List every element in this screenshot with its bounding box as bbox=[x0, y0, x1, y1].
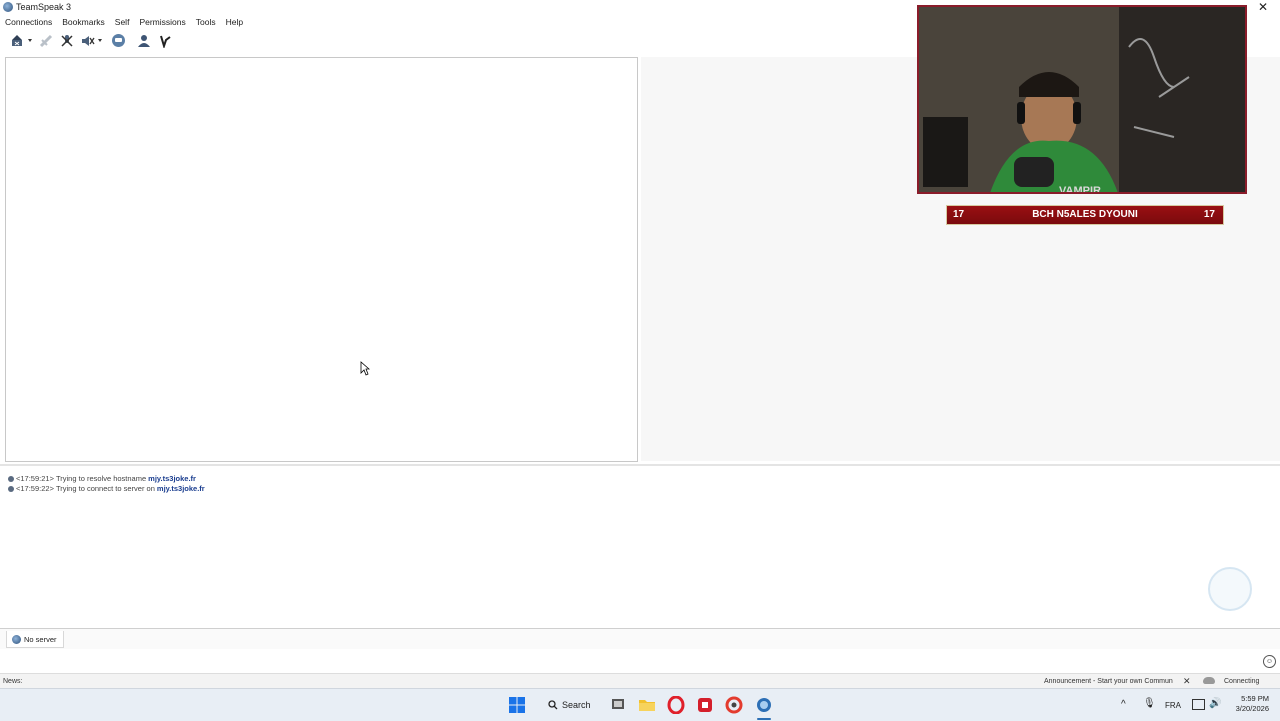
network-icon[interactable] bbox=[1192, 699, 1205, 710]
hostname-link[interactable]: mjy.ts3joke.fr bbox=[157, 484, 205, 493]
splitter[interactable] bbox=[0, 464, 1280, 466]
away-status-icon[interactable] bbox=[111, 33, 126, 48]
menu-permissions[interactable]: Permissions bbox=[134, 15, 190, 30]
log-entry: <17:59:21> Trying to resolve hostname mj… bbox=[8, 474, 196, 483]
teamspeak-app-icon bbox=[3, 2, 13, 12]
info-icon bbox=[8, 475, 14, 482]
system-clock[interactable]: 5:59 PM 3/20/2026 bbox=[1231, 694, 1269, 714]
mouse-cursor-icon bbox=[360, 361, 370, 376]
mute-microphone-icon[interactable] bbox=[59, 33, 74, 48]
menu-tools[interactable]: Tools bbox=[191, 15, 221, 30]
windows-start-icon[interactable] bbox=[508, 696, 526, 714]
server-log: <17:59:21> Trying to resolve hostname mj… bbox=[5, 472, 1275, 627]
disconnect-icon[interactable] bbox=[38, 33, 53, 48]
chrome-icon[interactable] bbox=[725, 696, 743, 714]
channel-tree-panel[interactable] bbox=[5, 57, 638, 462]
window-close-button[interactable]: ✕ bbox=[1256, 0, 1270, 14]
status-bar: News: Announcement - Start your own Comm… bbox=[0, 673, 1280, 689]
window-title: TeamSpeak 3 bbox=[16, 2, 72, 12]
microphone-icon[interactable]: 🎙 bbox=[1143, 698, 1156, 709]
streamer-video-icon: VAMPIR bbox=[919, 7, 1245, 194]
file-explorer-icon[interactable] bbox=[638, 696, 656, 714]
mute-speakers-icon[interactable] bbox=[80, 33, 95, 48]
connect-icon[interactable] bbox=[9, 33, 24, 48]
clock-date: 3/20/2026 bbox=[1235, 704, 1269, 713]
chat-input[interactable] bbox=[3, 654, 1263, 670]
loading-spinner-icon bbox=[1208, 567, 1252, 611]
chevron-up-icon[interactable]: ^ bbox=[1121, 699, 1126, 710]
volume-icon[interactable]: 🔊 bbox=[1209, 698, 1221, 709]
info-icon bbox=[8, 485, 14, 492]
log-entry: <17:59:22> Trying to connect to server o… bbox=[8, 484, 205, 493]
webcam-overlay: VAMPIR bbox=[917, 5, 1247, 194]
streamer-nameplate: 17 BCH N5ALES DYOUNI 17 bbox=[946, 205, 1224, 225]
teamspeak-icon[interactable] bbox=[755, 696, 773, 714]
menu-self[interactable]: Self bbox=[110, 15, 135, 30]
news-label: News: bbox=[3, 678, 23, 685]
connection-status: Connecting bbox=[1224, 678, 1260, 685]
menu-bookmarks[interactable]: Bookmarks bbox=[57, 15, 110, 30]
announcement-ticker[interactable]: Announcement - Start your own Commun bbox=[1044, 678, 1173, 685]
menu-connections[interactable]: Connections bbox=[0, 15, 57, 30]
search-icon bbox=[548, 700, 558, 710]
windows-taskbar: Search ^ 🎙 FRA 🔊 5:59 PM 3/20/2026 bbox=[0, 688, 1280, 721]
opera-icon[interactable] bbox=[667, 695, 685, 715]
server-status-icon bbox=[12, 634, 21, 644]
contacts-icon[interactable] bbox=[136, 33, 151, 48]
taskbar-search-button[interactable]: Search bbox=[540, 694, 596, 716]
emoji-icon[interactable]: ☺ bbox=[1263, 655, 1276, 668]
speakers-dropdown-icon[interactable] bbox=[98, 39, 102, 42]
tab-no-server[interactable]: No server bbox=[6, 631, 64, 648]
nameplate-right-number: 17 bbox=[1203, 209, 1215, 220]
brand-overlay-text: VAMPIR bbox=[1059, 185, 1101, 194]
menu-help[interactable]: Help bbox=[221, 15, 248, 30]
connect-dropdown-icon[interactable] bbox=[28, 39, 32, 42]
task-view-icon[interactable] bbox=[610, 696, 628, 714]
clock-time: 5:59 PM bbox=[1241, 694, 1269, 703]
input-language[interactable]: FRA bbox=[1165, 701, 1181, 710]
cloud-icon bbox=[1203, 677, 1215, 684]
server-tab-bar: No server bbox=[0, 628, 1280, 649]
nameplate-name: BCH N5ALES DYOUNI bbox=[1032, 209, 1138, 220]
privilege-key-icon[interactable] bbox=[157, 33, 172, 48]
app-red-icon[interactable] bbox=[696, 696, 714, 714]
close-icon[interactable]: ✕ bbox=[1183, 676, 1191, 687]
hostname-link[interactable]: mjy.ts3joke.fr bbox=[148, 474, 196, 483]
